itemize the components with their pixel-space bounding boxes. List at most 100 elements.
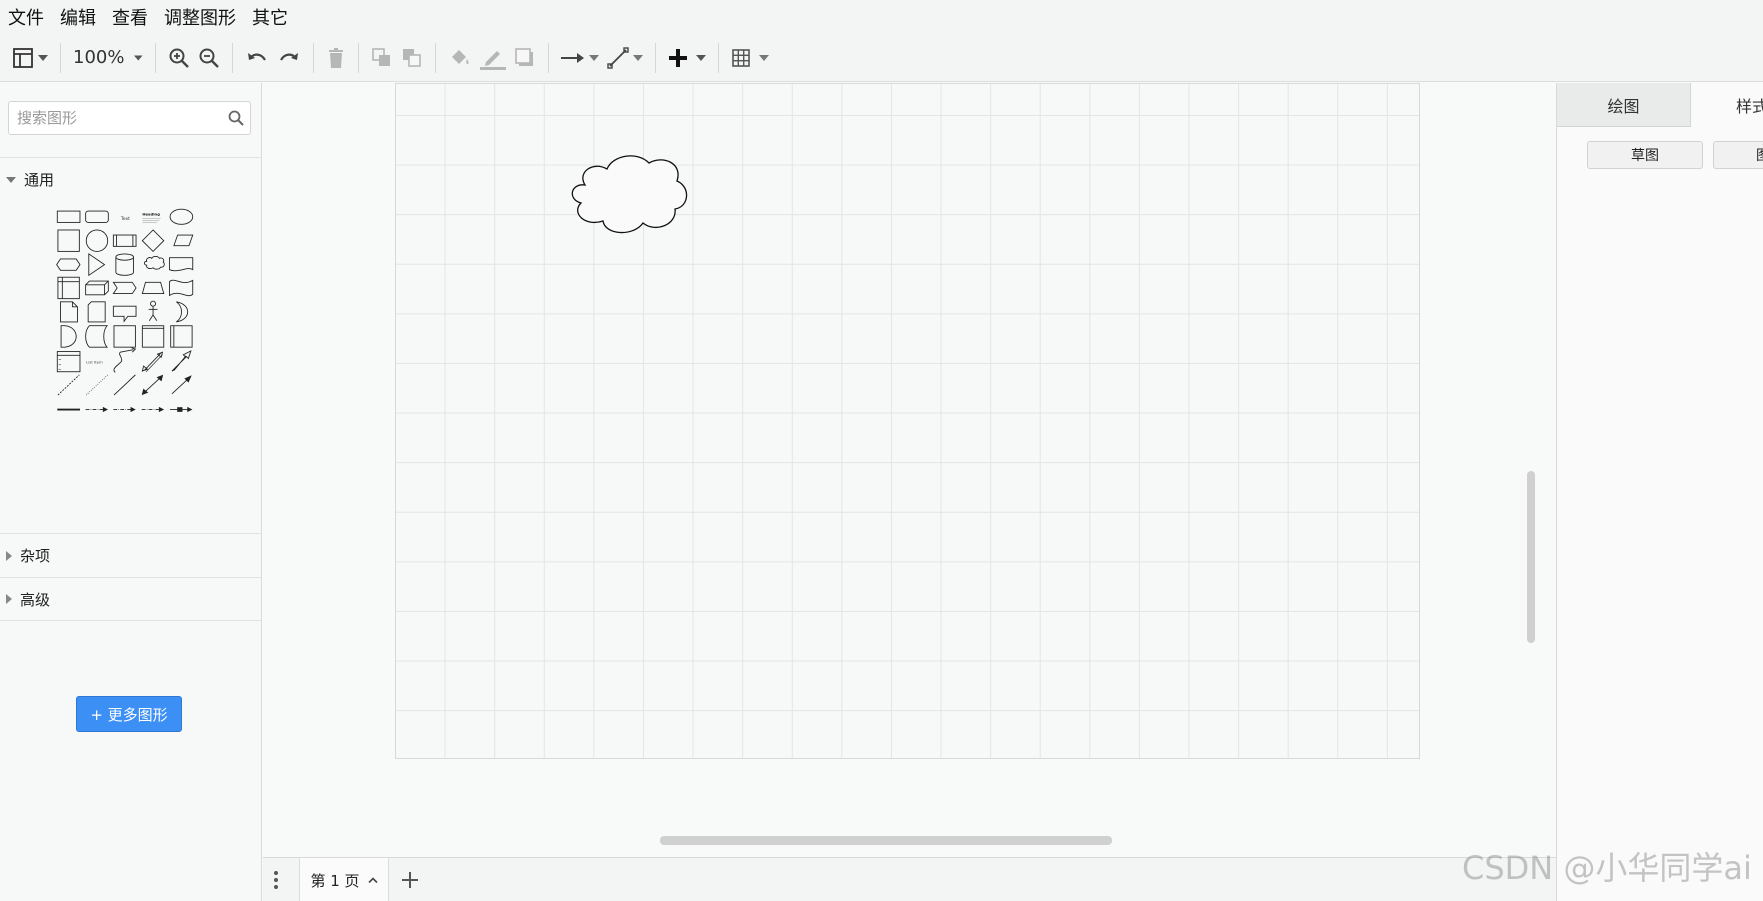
delay-shape[interactable] [60, 325, 77, 348]
section-advanced-header[interactable]: 高级 [0, 577, 262, 621]
container-shape[interactable] [113, 325, 136, 348]
more-shapes-button[interactable]: + 更多图形 [76, 696, 182, 732]
section-advanced-label: 高级 [20, 590, 51, 609]
note-shape[interactable] [59, 301, 78, 323]
vertical-scrollbar[interactable] [1527, 471, 1535, 643]
to-back-button[interactable] [401, 40, 423, 76]
insert-button[interactable] [668, 40, 706, 76]
hexagon-shape[interactable] [56, 258, 81, 271]
square-shape[interactable] [57, 229, 80, 252]
data-storage-shape[interactable] [85, 325, 109, 348]
connector-with-2-labels-shape[interactable] [113, 406, 136, 413]
shape-search-input[interactable] [9, 102, 219, 134]
to-back-icon [403, 48, 421, 67]
drawio-app: 文件 编辑 查看 调整图形 其它 100% 搜索图形 通用 Text Headi… [0, 0, 1763, 901]
line-shape[interactable] [113, 374, 136, 396]
line-color-button[interactable] [480, 40, 506, 76]
actor-shape[interactable] [148, 300, 158, 321]
rounded-rectangle-shape[interactable] [85, 210, 109, 223]
chevron-down-icon [38, 54, 48, 61]
shadow-button[interactable] [514, 40, 536, 76]
menu-edit[interactable]: 编辑 [60, 4, 96, 30]
zoom-in-button[interactable] [168, 40, 190, 76]
section-general-header[interactable]: 通用 [0, 157, 262, 201]
delete-button[interactable] [326, 40, 346, 76]
textbox-shape[interactable]: Heading [142, 211, 161, 223]
undo-button[interactable] [245, 40, 269, 76]
rectangle-shape[interactable] [56, 210, 81, 223]
toolbar-divider [155, 42, 156, 73]
trash-icon [329, 47, 343, 68]
connector-with-label-shape[interactable] [85, 406, 109, 413]
internal-storage-shape[interactable] [57, 276, 80, 300]
menu-view[interactable]: 查看 [112, 4, 148, 30]
callout-shape[interactable] [112, 305, 137, 323]
cube-shape[interactable] [85, 280, 109, 296]
curve-shape[interactable] [113, 347, 137, 373]
pages-menu-icon[interactable] [273, 870, 279, 890]
connection-style-button[interactable] [561, 40, 599, 76]
dashed-line-shape[interactable] [57, 374, 80, 396]
step-shape[interactable] [112, 281, 137, 295]
fill-color-button[interactable] [448, 40, 472, 76]
window-shape[interactable] [141, 325, 165, 348]
menu-extras[interactable]: 其它 [252, 4, 288, 30]
connector-with-3-labels-shape[interactable] [141, 406, 165, 413]
diagram-canvas[interactable] [263, 83, 1556, 857]
dotted-line-shape[interactable] [85, 374, 108, 396]
card-shape[interactable] [87, 301, 106, 323]
or-shape[interactable] [176, 301, 189, 323]
fill-bucket-icon [452, 49, 469, 64]
toolbar-divider [718, 42, 719, 73]
process-shape[interactable] [112, 234, 137, 247]
directional-connector-shape[interactable] [171, 375, 192, 395]
horizontal-scrollbar[interactable] [660, 836, 1112, 845]
waypoints-button[interactable] [607, 40, 643, 76]
tape-shape[interactable] [168, 279, 194, 297]
search-icon[interactable] [228, 110, 244, 126]
cloud-shape-on-canvas[interactable] [565, 147, 705, 247]
diagram-page[interactable] [395, 83, 1420, 759]
trapezoid-shape[interactable] [141, 281, 165, 295]
triangle-shape[interactable] [88, 253, 106, 277]
page-tab[interactable]: 第 1 页 [299, 858, 389, 901]
to-front-icon [372, 47, 390, 66]
table-button[interactable] [731, 40, 769, 76]
add-page-icon[interactable] [400, 870, 420, 890]
document-shape[interactable] [168, 257, 194, 272]
section-misc-header[interactable]: 杂项 [0, 533, 262, 577]
parallelogram-shape[interactable] [173, 234, 194, 247]
circle-shape[interactable] [85, 229, 109, 252]
to-front-button[interactable] [371, 40, 393, 76]
toolbar: 100% [0, 34, 1763, 82]
swimlane-shape[interactable] [170, 325, 193, 348]
redo-button[interactable] [277, 40, 301, 76]
arrow-shape[interactable] [171, 350, 192, 372]
list-shape[interactable] [56, 351, 81, 373]
shape-search-box [8, 101, 251, 135]
bidirectional-connector-shape[interactable] [141, 374, 164, 396]
bidirectional-arrow-shape[interactable] [141, 351, 164, 372]
tab-style[interactable]: 样式 [1692, 83, 1763, 127]
shapes-sidebar: 通用 Text Heading [0, 83, 262, 901]
connector-with-symbol-shape[interactable] [170, 406, 193, 413]
diamond-shape[interactable] [141, 229, 165, 253]
chevron-up-icon [367, 877, 378, 883]
cylinder-shape[interactable] [115, 253, 134, 276]
heading-shape-label: Heading [142, 211, 160, 216]
menu-arrange[interactable]: 调整图形 [164, 4, 236, 30]
ellipse-shape[interactable] [169, 208, 194, 225]
view-layout-button[interactable] [12, 40, 48, 76]
secondary-style-button[interactable]: 图 [1713, 141, 1763, 169]
menu-file[interactable]: 文件 [8, 4, 44, 30]
zoom-out-button[interactable] [198, 40, 220, 76]
section-misc-label: 杂项 [20, 547, 51, 565]
cloud-shape[interactable] [143, 256, 165, 270]
sketch-button[interactable]: 草图 [1587, 141, 1703, 169]
tab-diagram[interactable]: 绘图 [1557, 83, 1691, 127]
toolbar-divider [60, 42, 61, 73]
zoom-dropdown[interactable]: 100% [73, 40, 143, 76]
toolbar-divider [435, 42, 436, 73]
text-shape[interactable]: Text [120, 216, 130, 222]
list-item-shape[interactable]: List Item [86, 360, 103, 365]
